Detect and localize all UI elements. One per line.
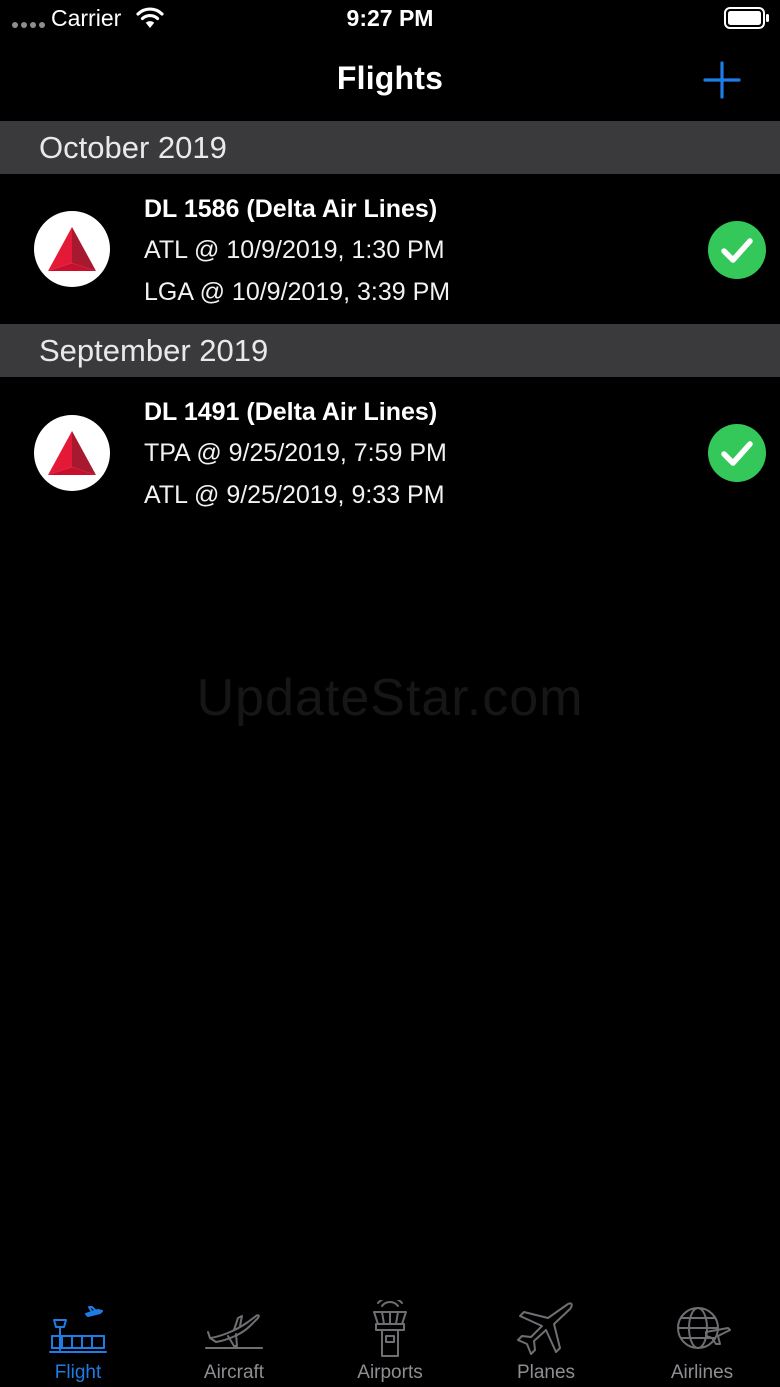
delta-logo-icon	[34, 415, 110, 491]
tab-aircraft[interactable]: Aircraft	[156, 1290, 312, 1387]
flight-title: DL 1491 (Delta Air Lines)	[144, 398, 438, 426]
checkmark-icon	[708, 221, 766, 279]
tab-planes[interactable]: Planes	[468, 1290, 624, 1387]
tab-label: Airlines	[670, 1362, 734, 1383]
section-header-label: September 2019	[39, 333, 269, 368]
plane-icon	[517, 1302, 573, 1355]
tab-label: Planes	[516, 1362, 576, 1383]
airport-tower-icon	[373, 1300, 407, 1357]
page-title: Flights	[336, 60, 444, 96]
tab-airlines[interactable]: Airlines	[624, 1290, 780, 1387]
delta-logo-icon	[34, 211, 110, 287]
tab-label: Aircraft	[203, 1362, 265, 1383]
tab-flight[interactable]: Flight	[0, 1290, 156, 1387]
tab-label: Flight	[54, 1362, 102, 1383]
section-header: September 2019	[0, 324, 780, 377]
flight-arrival: ATL @ 9/25/2019, 9:33 PM	[144, 481, 445, 509]
watermark: UpdateStar.com	[196, 669, 584, 727]
checkmark-icon	[708, 424, 766, 482]
flight-arrival: LGA @ 10/9/2019, 3:39 PM	[144, 278, 451, 306]
flight-row[interactable]: DL 1586 (Delta Air Lines) ATL @ 10/9/201…	[0, 174, 780, 324]
status-bar: Carrier 9:27 PM	[0, 0, 780, 40]
flight-title: DL 1586 (Delta Air Lines)	[144, 195, 438, 223]
flight-departure: ATL @ 10/9/2019, 1:30 PM	[144, 236, 445, 264]
plus-icon	[703, 61, 741, 99]
flight-departure: TPA @ 9/25/2019, 7:59 PM	[144, 439, 447, 467]
tab-bar: Flight Aircraft Airports Planes Airlines	[0, 1290, 780, 1387]
status-time: 9:27 PM	[346, 5, 434, 31]
globe-plane-icon	[677, 1307, 731, 1349]
section-header: October 2019	[0, 121, 780, 174]
flight-tower-icon	[49, 1306, 107, 1353]
tab-label: Airports	[357, 1362, 423, 1383]
flight-row[interactable]: DL 1491 (Delta Air Lines) TPA @ 9/25/201…	[0, 377, 780, 527]
section-header-label: October 2019	[39, 130, 227, 165]
aircraft-icon	[205, 1314, 263, 1349]
tab-airports[interactable]: Airports	[312, 1290, 468, 1387]
battery-icon	[724, 7, 769, 29]
add-flight-button[interactable]	[700, 58, 744, 102]
